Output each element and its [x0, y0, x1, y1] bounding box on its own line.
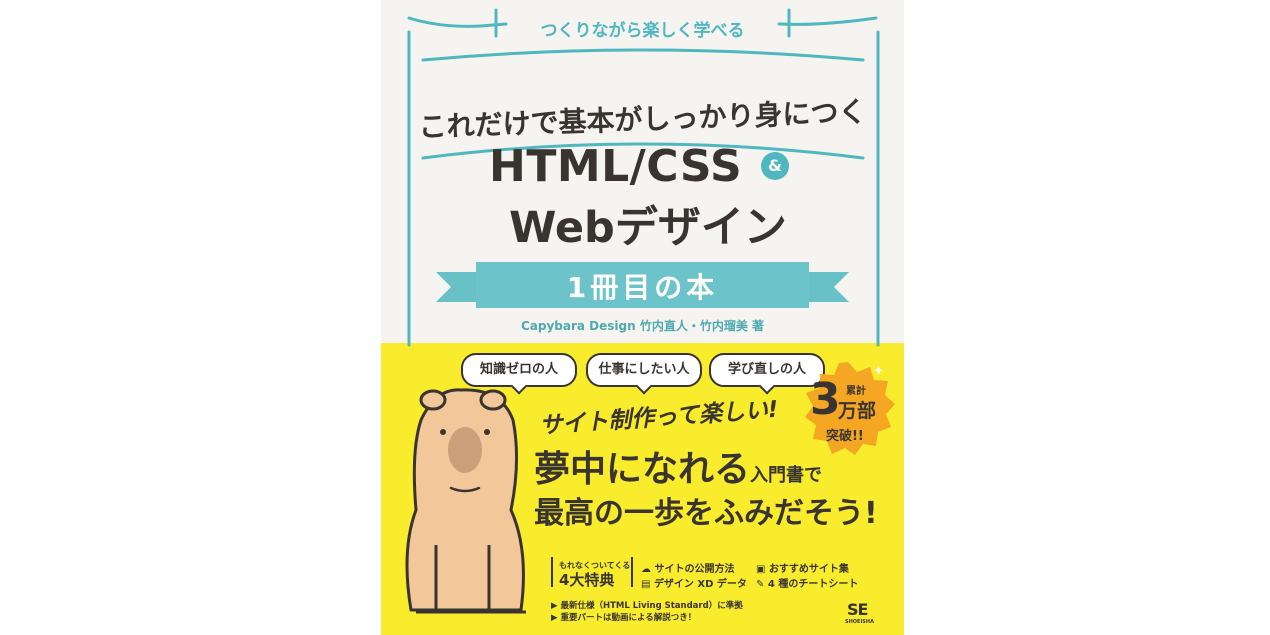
sales-badge: 3 累計 万部 突破!! ✦	[801, 362, 895, 456]
title-amp-badge: &	[761, 152, 789, 180]
publisher-logo: SE	[847, 600, 868, 619]
bookmark-icon: ▣	[756, 564, 766, 575]
note-spec: ▶ 最新仕様（HTML Living Standard）に準拠	[551, 601, 743, 611]
badge-number: 3	[810, 374, 841, 425]
badge-unit: 万部	[838, 400, 877, 422]
perk-item: ✎ 4 種のチートシート	[756, 579, 859, 590]
cloud-icon: ☁	[641, 564, 651, 575]
pencil-icon: ✎	[756, 579, 765, 590]
book-cover: つくりながら楽しく学べる これだけで基本がしっかり身につく HTML/CSS &…	[381, 0, 904, 635]
perks-divider-2	[631, 557, 633, 587]
title-line1: HTML/CSS	[489, 141, 743, 192]
sparkle-icon: ✦	[873, 364, 884, 379]
perk-item: ▤ デザイン XD データ	[641, 579, 747, 590]
ribbon-label: 1冊目の本	[566, 271, 719, 304]
publisher-name: SHOEISHA	[845, 619, 874, 625]
perks-divider	[551, 557, 553, 587]
headline-main: 夢中になれる入門書で	[534, 449, 823, 490]
tagline: つくりながら楽しく学べる	[540, 21, 745, 41]
file-icon: ▤	[641, 579, 651, 590]
authors: Capybara Design 竹内直人・竹内瑠美 著	[520, 319, 765, 333]
headline-line2: 最高の一歩をふみだそう!	[534, 496, 878, 531]
note-video: ▶ 重要パートは動画による解説つき！	[551, 613, 697, 623]
badge-suffix: 突破!!	[826, 429, 864, 444]
perk-item: ☁ サイトの公開方法	[641, 564, 735, 575]
badge-prefix: 累計	[846, 386, 866, 397]
capybara-illustration	[405, 388, 526, 614]
title-line2: Webデザイン	[509, 203, 787, 253]
headline-small: 入門書で	[750, 465, 823, 486]
perk-item: ▣ おすすめサイト集	[756, 564, 849, 575]
bubble-career: 仕事にしたい人	[586, 353, 702, 387]
perks-label: 4大特典	[559, 571, 615, 589]
